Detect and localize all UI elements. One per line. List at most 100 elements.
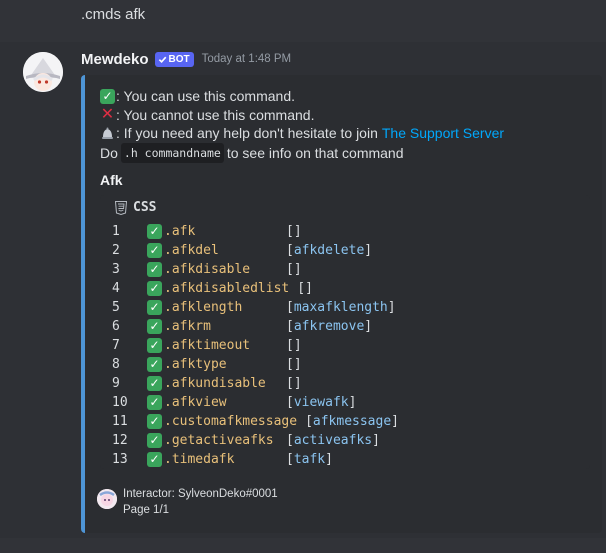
check-mark-icon: ✓ xyxy=(147,452,162,467)
line-number: 9 xyxy=(112,376,120,391)
footer-interactor: Interactor: SylveonDeko#0001 xyxy=(123,488,278,500)
line-number: 4 xyxy=(112,281,120,296)
command-aliases: [] xyxy=(286,376,302,391)
command-row: 8 ✓ .afktype [] xyxy=(112,355,399,374)
description-line-4-suffix: to see info on that command xyxy=(226,144,404,161)
command-aliases: [afkremove] xyxy=(286,319,373,334)
alias-name: tafk xyxy=(293,452,326,467)
verified-check-icon xyxy=(158,56,166,63)
bot-avatar[interactable] xyxy=(23,52,63,92)
command-name: .afkdisabledlist xyxy=(164,281,290,296)
cross-mark-icon: ✕ xyxy=(100,106,115,124)
line-number: 3 xyxy=(112,262,120,277)
line-number: 1 xyxy=(112,224,120,239)
description-line-2: : You cannot use this command. xyxy=(116,106,315,123)
bottom-spacer xyxy=(0,538,606,553)
command-row: 3 ✓ .afkdisable [] xyxy=(112,260,399,279)
check-mark-icon: ✓ xyxy=(147,414,162,429)
command-name: .afkrm xyxy=(164,319,211,334)
embed-footer: Interactor: SylveonDeko#0001 Page 1/1 xyxy=(97,486,278,518)
line-number: 12 xyxy=(112,433,128,448)
command-name: .getactiveafks xyxy=(164,433,274,448)
previous-message-row: .cmds afk xyxy=(0,0,606,42)
inline-code: .h commandname xyxy=(120,142,224,163)
command-name: .afktimeout xyxy=(164,338,251,353)
command-row: 5 ✓ .afklength [maxafklength] xyxy=(112,298,399,317)
alias-name: viewafk xyxy=(293,395,349,410)
interactor-avatar xyxy=(97,489,117,509)
command-aliases: [afkdelete] xyxy=(286,243,373,258)
command-name: .afklength xyxy=(164,300,243,315)
line-number: 5 xyxy=(112,300,120,315)
command-row: 9 ✓ .afkundisable [] xyxy=(112,374,399,393)
command-aliases: [] xyxy=(286,224,302,239)
previous-message-text: .cmds afk xyxy=(81,6,146,23)
command-row: 2 ✓ .afkdel [afkdelete] xyxy=(112,241,399,260)
command-row: 10 ✓ .afkview [viewafk] xyxy=(112,393,399,412)
line-number: 8 xyxy=(112,357,120,372)
check-mark-icon: ✓ xyxy=(147,243,162,258)
command-name: .afkundisable xyxy=(164,376,266,391)
line-number: 11 xyxy=(112,414,128,429)
check-mark-icon: ✓ xyxy=(147,338,162,353)
check-mark-icon: ✓ xyxy=(100,88,115,104)
check-mark-icon: ✓ xyxy=(147,395,162,410)
command-row: 11 ✓ .customafkmessage [afkmessage] xyxy=(112,412,399,431)
command-name: .afkview xyxy=(164,395,227,410)
message-header: Mewdeko BOT Today at 1:48 PM xyxy=(81,49,291,69)
check-mark-icon: ✓ xyxy=(147,281,162,296)
line-number: 2 xyxy=(112,243,120,258)
footer-page: Page 1/1 xyxy=(123,504,170,516)
alias-name: activeafks xyxy=(293,433,373,448)
command-aliases: [maxafklength] xyxy=(286,300,396,315)
css3-icon xyxy=(115,200,127,215)
command-aliases: [viewafk] xyxy=(286,395,357,410)
check-mark-icon: ✓ xyxy=(147,357,162,372)
command-name: .afktype xyxy=(164,357,227,372)
command-row: 4 ✓ .afkdisabledlist [] xyxy=(112,279,399,298)
code-block-header: CSS xyxy=(115,200,156,215)
alias-name: afkremove xyxy=(293,319,365,334)
command-aliases: [] xyxy=(286,338,302,353)
command-name: .timedafk xyxy=(164,452,235,467)
alias-name: afkdelete xyxy=(293,243,365,258)
command-aliases: [] xyxy=(286,357,302,372)
command-aliases: [tafk] xyxy=(286,452,333,467)
command-row: 6 ✓ .afkrm [afkremove] xyxy=(112,317,399,336)
description-line-1: : You can use this command. xyxy=(116,88,295,104)
bot-tag-label: BOT xyxy=(168,53,190,65)
check-mark-icon: ✓ xyxy=(147,262,162,277)
command-name: .afk xyxy=(164,224,196,239)
check-mark-icon: ✓ xyxy=(147,376,162,391)
command-name: .customafkmessage xyxy=(164,414,298,429)
command-aliases: [] xyxy=(286,262,302,277)
description-line-3: : If you need any help don't hesitate to… xyxy=(116,125,378,141)
bell-icon xyxy=(100,126,115,141)
alias-name: maxafklength xyxy=(293,300,388,315)
command-aliases: [] xyxy=(297,281,313,296)
command-list: 1 ✓ .afk[] 2 ✓ .afkdel [afkdelete] 3 ✓ .afkdisabl… xyxy=(112,222,399,469)
command-name: .afkdisable xyxy=(164,262,251,277)
bot-tag: BOT xyxy=(154,51,194,67)
command-aliases: [activeafks] xyxy=(286,433,380,448)
alias-name: afkmessage xyxy=(312,414,392,429)
author-name[interactable]: Mewdeko xyxy=(81,51,149,68)
code-language-label: CSS xyxy=(133,200,157,215)
check-mark-icon: ✓ xyxy=(147,300,162,315)
command-row: 7 ✓ .afktimeout [] xyxy=(112,336,399,355)
check-mark-icon: ✓ xyxy=(147,224,162,239)
embed: ✓ : You can use this command. ✕ : You ca… xyxy=(81,75,602,533)
embed-description: ✓ : You can use this command. ✕ : You ca… xyxy=(100,87,504,163)
line-number: 13 xyxy=(112,452,128,467)
check-mark-icon: ✓ xyxy=(147,433,162,448)
support-server-link[interactable]: The Support Server xyxy=(382,124,504,143)
command-code-block: CSS 1 ✓ .afk[] 2 ✓ .afkdel [afkdelete] 3 ✓ .afkdi… xyxy=(100,195,590,469)
line-number: 10 xyxy=(112,395,128,410)
message-timestamp[interactable]: Today at 1:48 PM xyxy=(202,53,292,65)
line-number: 6 xyxy=(112,319,120,334)
check-mark-icon: ✓ xyxy=(147,319,162,334)
command-row: 13 ✓ .timedafk [tafk] xyxy=(112,450,399,469)
command-name: .afkdel xyxy=(164,243,219,258)
command-row: 12 ✓ .getactiveafks [activeafks] xyxy=(112,431,399,450)
line-number: 7 xyxy=(112,338,120,353)
